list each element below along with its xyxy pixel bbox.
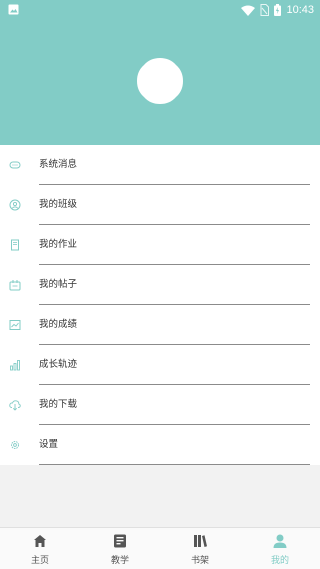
menu-item-label: 系统消息 [39,159,78,170]
menu-item-label: 我的成绩 [39,319,78,330]
menu-item-my-downloads[interactable]: 我的下载 [0,385,320,425]
menu-item-growth-track[interactable]: 成长轨迹 [0,345,320,385]
battery-icon [274,4,282,16]
avatar[interactable] [136,57,184,105]
home-icon [34,535,46,547]
avatar-icon [137,58,183,104]
class-icon [9,199,21,211]
profile-header [0,20,320,145]
settings-icon [11,441,19,449]
menu-item-label: 我的作业 [39,239,78,250]
tab-label: 主页 [30,556,49,566]
menu-item-system-messages[interactable]: 系统消息 [0,145,320,185]
tab-teaching[interactable]: 教学 [80,528,160,569]
divider [39,464,310,465]
gallery-notification-icon [8,4,19,15]
menu-item-my-class[interactable]: 我的班级 [0,185,320,225]
download-icon [9,400,21,411]
status-time: 10:43 [286,4,314,16]
bookshelf-icon [194,535,207,547]
menu-item-label: 设置 [39,439,59,450]
grades-icon [9,320,21,330]
tab-label: 教学 [110,556,129,566]
post-icon [9,280,21,291]
profile-icon [273,534,287,548]
homework-icon [11,239,19,251]
profile-menu: 系统消息 我的班级 我的作业 我的帖子 我的成绩 成长轨迹 我的下载 设置 [0,145,320,465]
menu-item-label: 成长轨迹 [39,359,78,370]
tab-label: 我的 [270,556,289,566]
menu-item-label: 我的班级 [39,199,78,210]
menu-item-label: 我的帖子 [39,279,78,290]
sim-icon [260,4,270,16]
tab-bookshelf[interactable]: 书架 [160,528,240,569]
message-icon [9,161,21,169]
menu-item-my-posts[interactable]: 我的帖子 [0,265,320,305]
menu-item-label: 我的下载 [39,399,78,410]
teaching-icon [114,534,126,548]
tab-home[interactable]: 主页 [0,528,80,569]
wifi-icon [241,5,256,16]
growth-icon [10,360,20,371]
tab-profile[interactable]: 我的 [240,528,320,569]
status-bar: 10:43 [0,0,320,20]
bottom-tab-bar: 主页 教学 书架 我的 [0,527,320,569]
tab-label: 书架 [190,556,209,566]
menu-item-settings[interactable]: 设置 [0,425,320,465]
menu-item-my-homework[interactable]: 我的作业 [0,225,320,265]
menu-item-my-grades[interactable]: 我的成绩 [0,305,320,345]
